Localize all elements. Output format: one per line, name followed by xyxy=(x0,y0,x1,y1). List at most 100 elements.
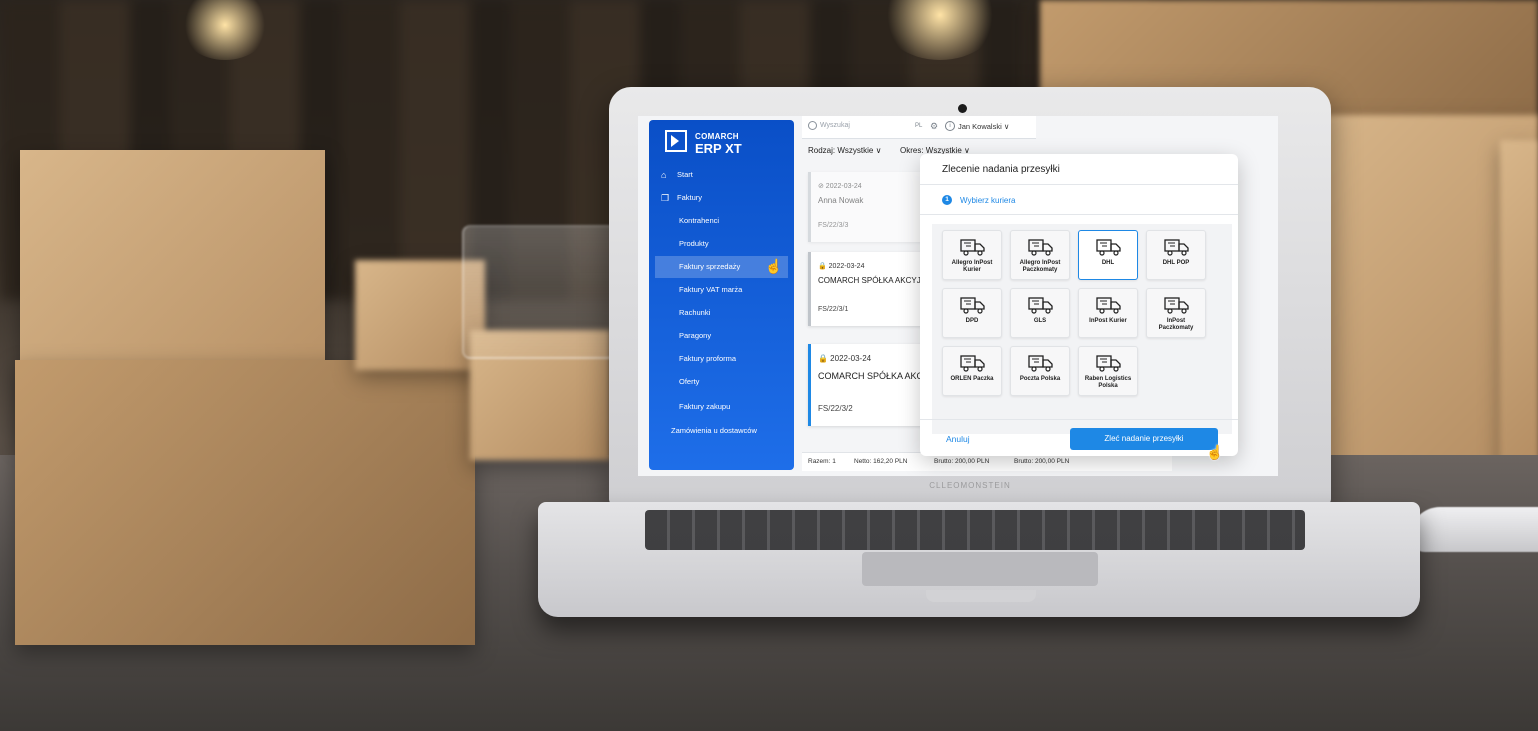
list-item[interactable]: 🔒 2022-03-24 COMARCH SPÓŁKA AKCYJNA FS/2… xyxy=(808,344,946,426)
courier-tile[interactable]: ORLEN Paczka xyxy=(942,346,1002,396)
sidebar-item-label: Faktury zakupu xyxy=(679,402,731,411)
sidebar-item-zamowienia[interactable]: Zamówienia u dostawców xyxy=(641,420,786,442)
cancel-button[interactable]: Anuluj xyxy=(946,434,970,444)
truck-icon xyxy=(1164,239,1189,256)
courier-label: Raben Logistics Polska xyxy=(1084,376,1132,389)
truck-icon xyxy=(1096,297,1121,314)
sidebar-item-label: Start xyxy=(677,170,693,179)
shipment-dialog: Zlecenie nadania przesyłki 1 Wybierz kur… xyxy=(920,154,1238,460)
truck-icon xyxy=(1096,355,1121,372)
courier-tile[interactable]: GLS xyxy=(1010,288,1070,338)
step-number-badge: 1 xyxy=(942,195,952,205)
sidebar: COMARCH ERP XT ⌂ Start ❐ Faktury Kontrah… xyxy=(649,120,794,470)
truck-icon xyxy=(1096,239,1121,256)
sidebar-item-rachunki[interactable]: Rachunki xyxy=(649,302,794,324)
brand-product: ERP XT xyxy=(695,141,742,156)
courier-tile[interactable]: InPost Paczkomaty xyxy=(1146,288,1206,338)
sidebar-item-label: Zamówienia u dostawców xyxy=(671,426,757,435)
home-icon: ⌂ xyxy=(661,170,667,180)
truck-icon xyxy=(1164,297,1189,314)
user-menu[interactable]: Jan Kowalski ∨ xyxy=(958,122,1009,131)
courier-tile[interactable]: InPost Kurier xyxy=(1078,288,1138,338)
gear-icon[interactable]: ⚙ xyxy=(930,121,938,132)
document-icon: ❐ xyxy=(661,193,670,203)
truck-icon xyxy=(960,355,985,372)
filter-rodzaj[interactable]: Rodzaj: Wszystkie ∨ xyxy=(808,146,881,155)
truck-icon xyxy=(1028,355,1053,372)
invoice-number: FS/22/3/1 xyxy=(818,306,849,313)
sidebar-item-oferty[interactable]: Oferty xyxy=(649,371,794,393)
courier-tile[interactable]: Raben Logistics Polska xyxy=(1078,346,1138,396)
sidebar-item-label: Produkty xyxy=(679,239,709,248)
laptop-trackpad xyxy=(862,552,1098,586)
courier-label: Poczta Polska xyxy=(1019,376,1061,382)
courier-label: Allegro InPost Paczkomaty xyxy=(1019,260,1061,273)
invoice-date: ⊘ 2022-03-24 xyxy=(818,183,862,190)
truck-icon xyxy=(1028,239,1053,256)
truck-icon xyxy=(960,297,985,314)
computer-mouse xyxy=(1410,507,1538,552)
invoice-date: 🔒 2022-03-24 xyxy=(818,354,872,363)
cardboard-box xyxy=(1500,140,1538,470)
top-bar: Wyszukaj PL ⚙ i Jan Kowalski ∨ xyxy=(802,116,1036,139)
summary-gross: Brutto: 200,00 PLN xyxy=(1014,458,1070,465)
truck-icon xyxy=(1028,297,1053,314)
invoice-date: 🔒 2022-03-24 xyxy=(818,263,865,270)
courier-tile[interactable]: DHL POP xyxy=(1146,230,1206,280)
comarch-logo-icon xyxy=(665,130,687,152)
sidebar-item-label: Faktury sprzedaży xyxy=(679,262,741,271)
courier-tile[interactable]: Allegro InPost Paczkomaty xyxy=(1010,230,1070,280)
submit-shipment-button[interactable]: Zleć nadanie przesyłki xyxy=(1070,428,1218,450)
dialog-footer: Anuluj Zleć nadanie przesyłki ☝ xyxy=(920,419,1238,460)
courier-grid: Allegro InPost Kurier Allegro InPost Pac… xyxy=(932,224,1232,434)
laptop-hinge xyxy=(926,590,1036,602)
hand-cursor-icon: ☝ xyxy=(765,258,783,274)
sidebar-item-start[interactable]: ⌂ Start xyxy=(649,164,794,186)
invoice-customer: Anna Nowak xyxy=(818,196,864,205)
courier-tile[interactable]: DHL xyxy=(1078,230,1138,280)
search-input[interactable]: Wyszukaj xyxy=(820,122,850,129)
summary-total-count: Razem: 1 xyxy=(808,458,836,465)
sidebar-item-produkty[interactable]: Produkty xyxy=(649,233,794,255)
sidebar-item-label: Rachunki xyxy=(679,308,711,317)
sidebar-item-label: Faktury proforma xyxy=(679,354,737,363)
courier-label: DHL POP xyxy=(1162,260,1190,266)
courier-label: InPost Paczkomaty xyxy=(1158,318,1194,331)
sidebar-item-faktury-proforma[interactable]: Faktury proforma xyxy=(649,348,794,370)
sidebar-item-kontrahenci[interactable]: Kontrahenci xyxy=(649,210,794,232)
courier-label: DHL xyxy=(1101,260,1115,266)
hand-cursor-icon: ☝ xyxy=(1206,444,1224,460)
sidebar-item-faktury[interactable]: ❐ Faktury xyxy=(649,187,794,209)
invoice-customer: COMARCH SPÓŁKA AKCYJNA xyxy=(818,276,932,285)
list-item[interactable]: ⊘ 2022-03-24 Anna Nowak FS/22/3/3 xyxy=(808,172,938,242)
sidebar-item-label: Faktury VAT marża xyxy=(679,285,743,294)
courier-tile[interactable]: Poczta Polska xyxy=(1010,346,1070,396)
sidebar-item-faktury-zakupu[interactable]: Faktury zakupu xyxy=(649,396,794,418)
sidebar-item-faktury-vat-marza[interactable]: Faktury VAT marża xyxy=(649,279,794,301)
courier-label: Allegro InPost Kurier xyxy=(951,260,993,273)
laptop-screen: COMARCH ERP XT ⌂ Start ❐ Faktury Kontrah… xyxy=(638,116,1278,476)
cardboard-box xyxy=(15,360,475,645)
invoice-number: FS/22/3/3 xyxy=(818,222,849,229)
summary-net: Netto: 162,20 PLN xyxy=(854,458,908,465)
sidebar-item-label: Oferty xyxy=(679,377,700,386)
glass-jar xyxy=(462,225,616,359)
info-icon[interactable]: i xyxy=(945,121,955,131)
sidebar-item-label: Faktury xyxy=(677,193,703,202)
language-selector[interactable]: PL xyxy=(915,123,922,129)
courier-label: GLS xyxy=(1033,318,1047,324)
summary-gross: Brutto: 200,00 PLN xyxy=(934,458,990,465)
sidebar-item-paragony[interactable]: Paragony xyxy=(649,325,794,347)
courier-label: InPost Kurier xyxy=(1089,318,1127,324)
search-icon xyxy=(808,121,817,130)
invoice-number: FS/22/3/2 xyxy=(818,404,853,413)
sidebar-item-label: Paragony xyxy=(679,331,712,340)
dialog-title: Zlecenie nadania przesyłki xyxy=(942,164,1060,175)
truck-icon xyxy=(960,239,985,256)
step-label: Wybierz kuriera xyxy=(960,196,1016,205)
courier-tile[interactable]: DPD xyxy=(942,288,1002,338)
brand-company: COMARCH xyxy=(695,132,739,141)
list-item[interactable]: 🔒 2022-03-24 COMARCH SPÓŁKA AKCYJNA FS/2… xyxy=(808,252,938,326)
sidebar-item-label: Kontrahenci xyxy=(679,216,720,225)
courier-tile[interactable]: Allegro InPost Kurier xyxy=(942,230,1002,280)
